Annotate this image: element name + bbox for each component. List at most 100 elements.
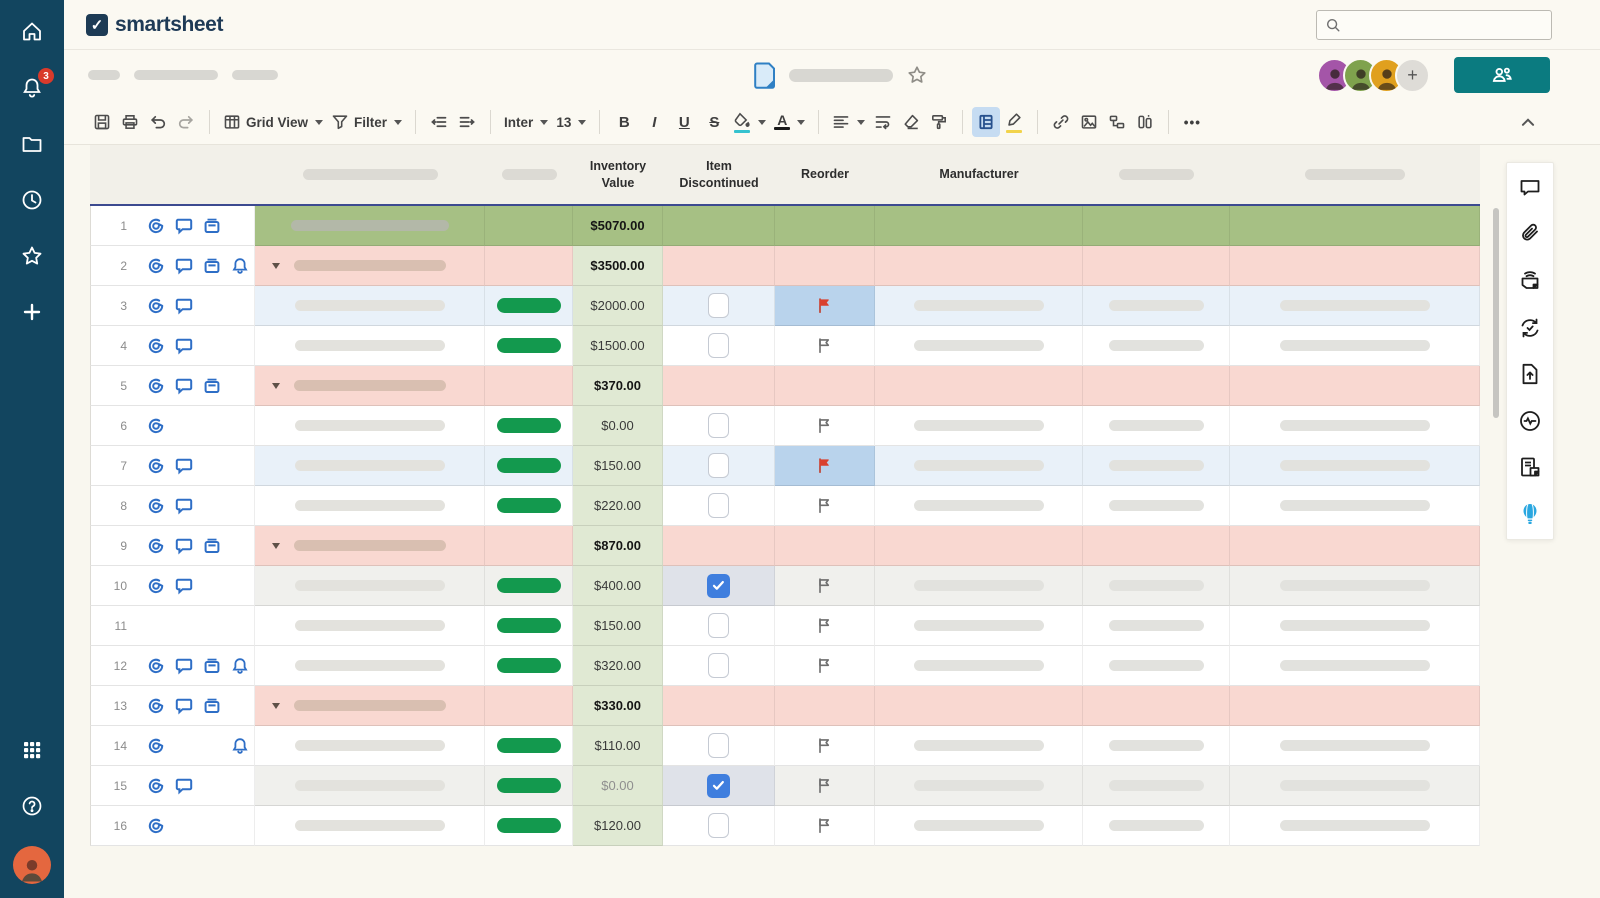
filter-button[interactable]: Filter (327, 107, 406, 137)
attachment-icon[interactable] (147, 377, 165, 395)
cell-item-discontinued[interactable] (663, 366, 775, 406)
cell-item-discontinued[interactable] (663, 326, 775, 366)
row-header-cell[interactable]: 10 (90, 566, 255, 606)
proof-icon[interactable] (203, 657, 221, 675)
print-button[interactable] (116, 107, 144, 137)
attachment-icon[interactable] (147, 497, 165, 515)
more-options-button[interactable]: ••• (1178, 107, 1206, 137)
cell-status[interactable] (485, 806, 573, 846)
cell-inventory-value[interactable]: $220.00 (573, 486, 663, 526)
cell-item-discontinued[interactable] (663, 206, 775, 246)
attachment-icon[interactable] (147, 817, 165, 835)
cell-primary[interactable] (255, 206, 485, 246)
cell-primary[interactable] (255, 366, 485, 406)
cell-manufacturer[interactable] (875, 606, 1083, 646)
cell-manufacturer[interactable] (875, 646, 1083, 686)
checkbox-unchecked[interactable] (708, 653, 729, 678)
checkbox-unchecked[interactable] (708, 493, 729, 518)
cell-primary[interactable] (255, 286, 485, 326)
highlight-changes-button[interactable] (1000, 107, 1028, 137)
checkbox-unchecked[interactable] (708, 733, 729, 758)
cell-item-discontinued[interactable] (663, 606, 775, 646)
cell-manufacturer[interactable] (875, 366, 1083, 406)
vertical-scrollbar[interactable] (1493, 208, 1499, 418)
cell-status[interactable] (485, 606, 573, 646)
cell-inventory-value[interactable]: $0.00 (573, 406, 663, 446)
cell-status[interactable] (485, 326, 573, 366)
sheet-summary-icon[interactable] (1518, 455, 1542, 479)
row-header-cell[interactable]: 2 (90, 246, 255, 286)
align-button[interactable] (828, 107, 869, 137)
cell-extra-2[interactable] (1230, 526, 1480, 566)
row-header-cell[interactable]: 1 (90, 206, 255, 246)
row-header-cell[interactable]: 6 (90, 406, 255, 446)
cell-extra-2[interactable] (1230, 366, 1480, 406)
proofs-icon[interactable] (1518, 269, 1542, 293)
apps-launcher-nav[interactable] (16, 734, 48, 766)
checkbox-unchecked[interactable] (708, 413, 729, 438)
cell-inventory-value[interactable]: $3500.00 (573, 246, 663, 286)
cell-reorder[interactable] (775, 326, 875, 366)
checkbox-unchecked[interactable] (708, 613, 729, 638)
cell-status[interactable] (485, 726, 573, 766)
cell-extra-1[interactable] (1083, 726, 1230, 766)
checkbox-unchecked[interactable] (708, 333, 729, 358)
cell-extra-1[interactable] (1083, 766, 1230, 806)
format-painter-button[interactable] (925, 107, 953, 137)
cell-extra-2[interactable] (1230, 206, 1480, 246)
underline-button[interactable]: U (669, 107, 699, 137)
comment-icon[interactable] (175, 217, 193, 235)
checkbox-unchecked[interactable] (708, 293, 729, 318)
collapse-row-icon[interactable] (272, 702, 280, 709)
comment-icon[interactable] (175, 697, 193, 715)
column-header-reorder[interactable]: Reorder (775, 145, 875, 204)
attachment-icon[interactable] (147, 337, 165, 355)
collapse-row-icon[interactable] (272, 382, 280, 389)
collapse-row-icon[interactable] (272, 262, 280, 269)
favorite-star-icon[interactable] (906, 64, 928, 86)
font-size-select[interactable]: 13 (552, 107, 590, 137)
cell-extra-1[interactable] (1083, 446, 1230, 486)
recents-nav[interactable] (16, 184, 48, 216)
cell-extra-1[interactable] (1083, 526, 1230, 566)
cell-inventory-value[interactable]: $330.00 (573, 686, 663, 726)
cell-primary[interactable] (255, 526, 485, 566)
comment-icon[interactable] (175, 457, 193, 475)
favorites-nav[interactable] (16, 240, 48, 272)
publish-icon[interactable] (1518, 362, 1542, 386)
attachment-icon[interactable] (147, 297, 165, 315)
cell-primary[interactable] (255, 726, 485, 766)
font-family-select[interactable]: Inter (500, 107, 552, 137)
row-header-cell[interactable]: 3 (90, 286, 255, 326)
comment-icon[interactable] (175, 497, 193, 515)
cell-extra-1[interactable] (1083, 566, 1230, 606)
cell-manufacturer[interactable] (875, 526, 1083, 566)
breadcrumb-item[interactable] (232, 70, 278, 80)
cell-extra-2[interactable] (1230, 646, 1480, 686)
cell-manufacturer[interactable] (875, 446, 1083, 486)
cell-status[interactable] (485, 366, 573, 406)
cell-extra-2[interactable] (1230, 286, 1480, 326)
save-button[interactable] (88, 107, 116, 137)
cell-item-discontinued[interactable] (663, 406, 775, 446)
cell-manufacturer[interactable] (875, 806, 1083, 846)
flag-gray-icon[interactable] (816, 497, 833, 514)
cell-inventory-value[interactable]: $120.00 (573, 806, 663, 846)
undo-button[interactable] (144, 107, 172, 137)
cell-inventory-value[interactable]: $320.00 (573, 646, 663, 686)
activity-log-icon[interactable] (1518, 409, 1542, 433)
cell-reorder[interactable] (775, 286, 875, 326)
cell-extra-2[interactable] (1230, 246, 1480, 286)
cell-inventory-value[interactable]: $110.00 (573, 726, 663, 766)
cell-extra-2[interactable] (1230, 446, 1480, 486)
hierarchy-button[interactable] (1103, 107, 1131, 137)
cell-inventory-value[interactable]: $2000.00 (573, 286, 663, 326)
cell-status[interactable] (485, 526, 573, 566)
flag-red-icon[interactable] (816, 297, 833, 314)
cell-extra-1[interactable] (1083, 686, 1230, 726)
row-header-cell[interactable]: 14 (90, 726, 255, 766)
comment-icon[interactable] (175, 577, 193, 595)
flag-gray-icon[interactable] (816, 737, 833, 754)
cell-status[interactable] (485, 406, 573, 446)
cell-extra-1[interactable] (1083, 806, 1230, 846)
